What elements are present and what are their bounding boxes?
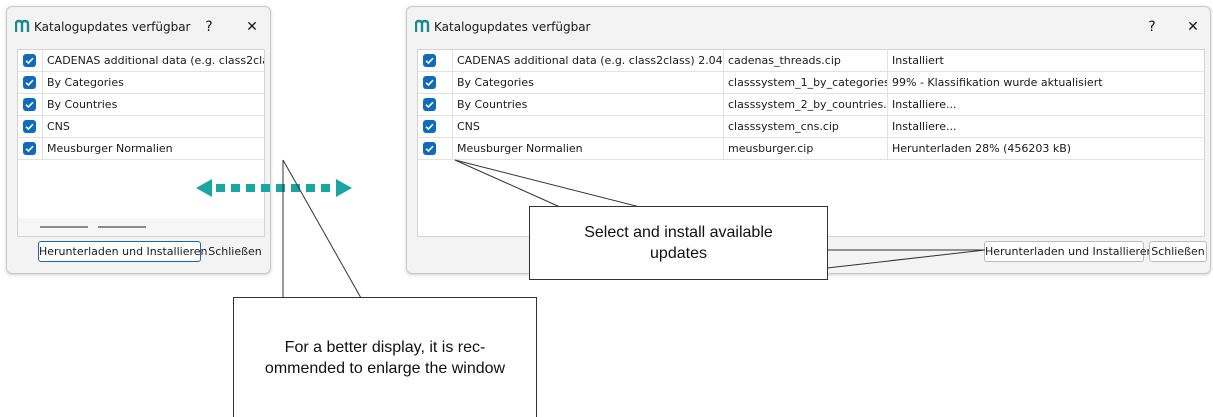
table-row[interactable]: By Categories classsystem_1_by_categorie…: [418, 72, 1204, 94]
close-button[interactable]: Schließen: [1149, 241, 1207, 262]
checkbox[interactable]: [423, 98, 436, 111]
large-dialog-title: Katalogupdates verfügbar: [434, 20, 591, 34]
checkbox[interactable]: [423, 120, 436, 133]
small-update-list: CADENAS additional data (e.g. class2clas…: [17, 49, 265, 237]
update-status: Installiere...: [887, 94, 1204, 115]
help-button[interactable]: ?: [198, 16, 220, 38]
table-row[interactable]: By Countries classsystem_2_by_countries.…: [418, 94, 1204, 116]
enlarge-callout: For a better display, it is rec-ommended…: [233, 297, 537, 417]
table-row[interactable]: CNS classsystem_cns.cip Installiere...: [418, 116, 1204, 138]
checkbox[interactable]: [23, 76, 36, 89]
scroll-thumb[interactable]: [98, 226, 146, 228]
checkbox[interactable]: [423, 142, 436, 155]
update-status: Installiert: [887, 50, 1204, 71]
small-dialog: Katalogupdates verfügbar ? ✕ CADENAS add…: [6, 6, 271, 274]
list-item[interactable]: By Countries: [18, 94, 264, 116]
update-file: classsystem_cns.cip: [723, 116, 887, 137]
download-install-button[interactable]: Herunterladen und Installieren: [984, 241, 1154, 262]
update-name: Meusburger Normalien: [42, 138, 264, 159]
table-row[interactable]: CADENAS additional data (e.g. class2clas…: [418, 50, 1204, 72]
install-callout-text: Select and install available updates: [584, 224, 773, 262]
enlarge-callout-text: For a better display, it is rec-ommended…: [264, 338, 506, 377]
checkbox[interactable]: [423, 54, 436, 67]
list-item[interactable]: CADENAS additional data (e.g. class2clas: [18, 50, 264, 72]
update-file: cadenas_threads.cip: [723, 50, 887, 71]
scroll-thumb[interactable]: [40, 226, 88, 228]
close-button: Schließen: [208, 245, 262, 258]
update-name: By Categories: [42, 72, 264, 93]
close-icon[interactable]: ✕: [241, 16, 263, 38]
update-status: Herunterladen 28% (456203 kB): [887, 138, 1204, 159]
small-dialog-title: Katalogupdates verfügbar: [34, 20, 191, 34]
table-row[interactable]: Meusburger Normalien meusburger.cip Heru…: [418, 138, 1204, 160]
close-icon[interactable]: ✕: [1182, 16, 1204, 38]
update-name: CADENAS additional data (e.g. class2clas…: [452, 50, 723, 71]
help-button[interactable]: ?: [1141, 16, 1163, 38]
resize-double-arrow-icon: [196, 179, 352, 197]
checkbox[interactable]: [23, 54, 36, 67]
download-install-button[interactable]: Herunterladen und Installieren: [38, 241, 208, 262]
update-name: CNS: [452, 116, 723, 137]
horizontal-scrollbar[interactable]: [18, 218, 264, 236]
list-item[interactable]: CNS: [18, 116, 264, 138]
install-callout: Select and install available updates: [529, 206, 828, 280]
list-item[interactable]: Meusburger Normalien: [18, 138, 264, 160]
update-file: classsystem_2_by_countries.cip: [723, 94, 887, 115]
update-name: By Countries: [42, 94, 264, 115]
update-name: CNS: [42, 116, 264, 137]
update-file: classsystem_1_by_categories.cip: [723, 72, 887, 93]
checkbox[interactable]: [23, 120, 36, 133]
app-logo-icon: [415, 19, 430, 32]
update-status: Installiere...: [887, 116, 1204, 137]
update-name: By Countries: [452, 94, 723, 115]
checkbox[interactable]: [423, 76, 436, 89]
update-status: 99% - Klassifikation wurde aktualisiert: [887, 72, 1204, 93]
small-dialog-titlebar[interactable]: Katalogupdates verfügbar ? ✕: [7, 7, 270, 47]
checkbox[interactable]: [23, 98, 36, 111]
update-file: meusburger.cip: [723, 138, 887, 159]
large-dialog-titlebar[interactable]: Katalogupdates verfügbar ? ✕: [407, 7, 1210, 47]
update-name: Meusburger Normalien: [452, 138, 723, 159]
app-logo-icon: [15, 19, 30, 32]
checkbox[interactable]: [23, 142, 36, 155]
list-item[interactable]: By Categories: [18, 72, 264, 94]
update-name: CADENAS additional data (e.g. class2clas: [42, 50, 264, 71]
update-name: By Categories: [452, 72, 723, 93]
